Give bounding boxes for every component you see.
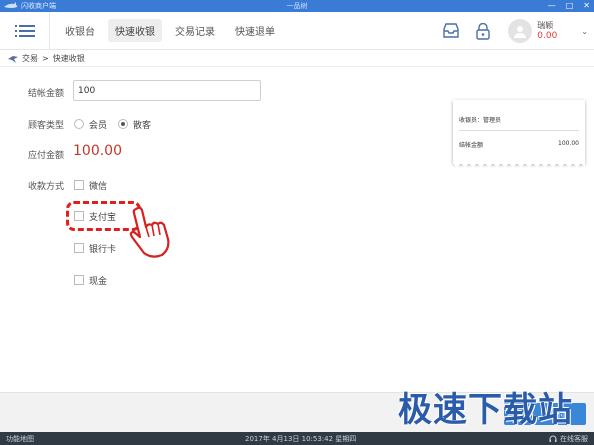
breadcrumb-parent[interactable]: 交易 <box>22 53 38 64</box>
title-bar: 闪收商户端 一品树 — □ ✕ <box>0 0 594 12</box>
cash-checkbox[interactable] <box>74 275 84 285</box>
receipt-amount-label: 结帐金额 <box>459 142 484 149</box>
breadcrumb: 交易 > 快速收银 <box>0 51 594 67</box>
bankcard-checkbox[interactable] <box>74 243 84 253</box>
close-button[interactable]: ✕ <box>583 0 590 12</box>
user-menu[interactable]: 瑞颖 0.00 ⌄ <box>508 19 588 43</box>
wechat-checkbox[interactable] <box>74 180 84 190</box>
tab-quick-checkout[interactable]: 快速收银 <box>108 19 162 42</box>
window-controls: — □ ✕ <box>548 0 590 12</box>
payment-method-label: 收款方式 <box>28 182 65 192</box>
user-info: 瑞颖 0.00 <box>537 20 557 42</box>
receipt-preview: 收银员：管理员 结帐金额 100.00 <box>453 100 585 168</box>
function-map-link[interactable]: 功能地图 <box>0 434 34 444</box>
status-bar: 功能地图 2017年 4月13日 10:53:42 星期四 在线客服 <box>0 432 594 445</box>
receipt-divider <box>459 130 579 131</box>
user-balance: 0.00 <box>537 31 558 41</box>
wechat-label[interactable]: 微信 <box>89 179 107 192</box>
receipt-cashier: 收银员：管理员 <box>459 117 502 124</box>
hamburger-icon <box>14 24 35 37</box>
avatar <box>508 19 533 43</box>
top-nav: 收银台 快速收银 交易记录 快速退单 瑞颖 0.00 ⌄ <box>0 11 594 50</box>
lock-icon[interactable] <box>472 20 494 42</box>
chevron-down-icon[interactable]: ⌄ <box>581 27 588 36</box>
member-radio-label[interactable]: 会员 <box>89 118 107 131</box>
amount-label: 结帐金额 <box>28 89 65 99</box>
maximize-button[interactable]: □ <box>566 0 574 12</box>
user-name: 瑞颖 <box>537 21 554 30</box>
minimize-button[interactable]: — <box>548 0 556 12</box>
tab-transactions[interactable]: 交易记录 <box>168 19 222 42</box>
walk-in-radio[interactable] <box>118 119 128 129</box>
tab-quick-refund[interactable]: 快速退单 <box>228 19 282 42</box>
bird-icon <box>8 55 18 63</box>
headset-icon <box>549 435 557 442</box>
breadcrumb-separator: > <box>42 54 49 63</box>
online-support-link[interactable]: 在线客服 <box>549 434 588 444</box>
receipt-torn-edge <box>453 163 585 168</box>
cash-label[interactable]: 现金 <box>89 274 107 287</box>
nav-actions: 瑞颖 0.00 ⌄ <box>440 12 594 50</box>
customer-type-label: 顾客类型 <box>28 121 65 131</box>
inbox-icon[interactable] <box>440 20 462 42</box>
online-support-label[interactable]: 在线客服 <box>560 434 588 444</box>
breadcrumb-current: 快速收银 <box>52 54 85 63</box>
walk-in-radio-label[interactable]: 散客 <box>133 118 151 131</box>
tab-cashier[interactable]: 收银台 <box>58 19 102 42</box>
pointing-hand-icon <box>129 206 170 258</box>
receipt-amount-value: 100.00 <box>558 140 579 147</box>
menu-button[interactable] <box>0 11 50 50</box>
member-radio[interactable] <box>74 119 84 129</box>
bankcard-label[interactable]: 银行卡 <box>89 242 116 255</box>
amount-input[interactable] <box>73 80 261 101</box>
quick-checkout-form: 结帐金额 顾客类型 会员 散客 应付金额 100.00 收款方式 微信 支付宝 … <box>0 67 594 392</box>
due-amount: 100.00 <box>73 143 122 159</box>
datetime: 2017年 4月13日 10:53:42 星期四 <box>245 434 357 443</box>
window-title: 一品树 <box>286 2 308 10</box>
due-label: 应付金额 <box>28 151 65 161</box>
site-watermark: 极速下载站 <box>398 390 573 430</box>
nav-tabs: 收银台 快速收银 交易记录 快速退单 <box>58 19 288 42</box>
